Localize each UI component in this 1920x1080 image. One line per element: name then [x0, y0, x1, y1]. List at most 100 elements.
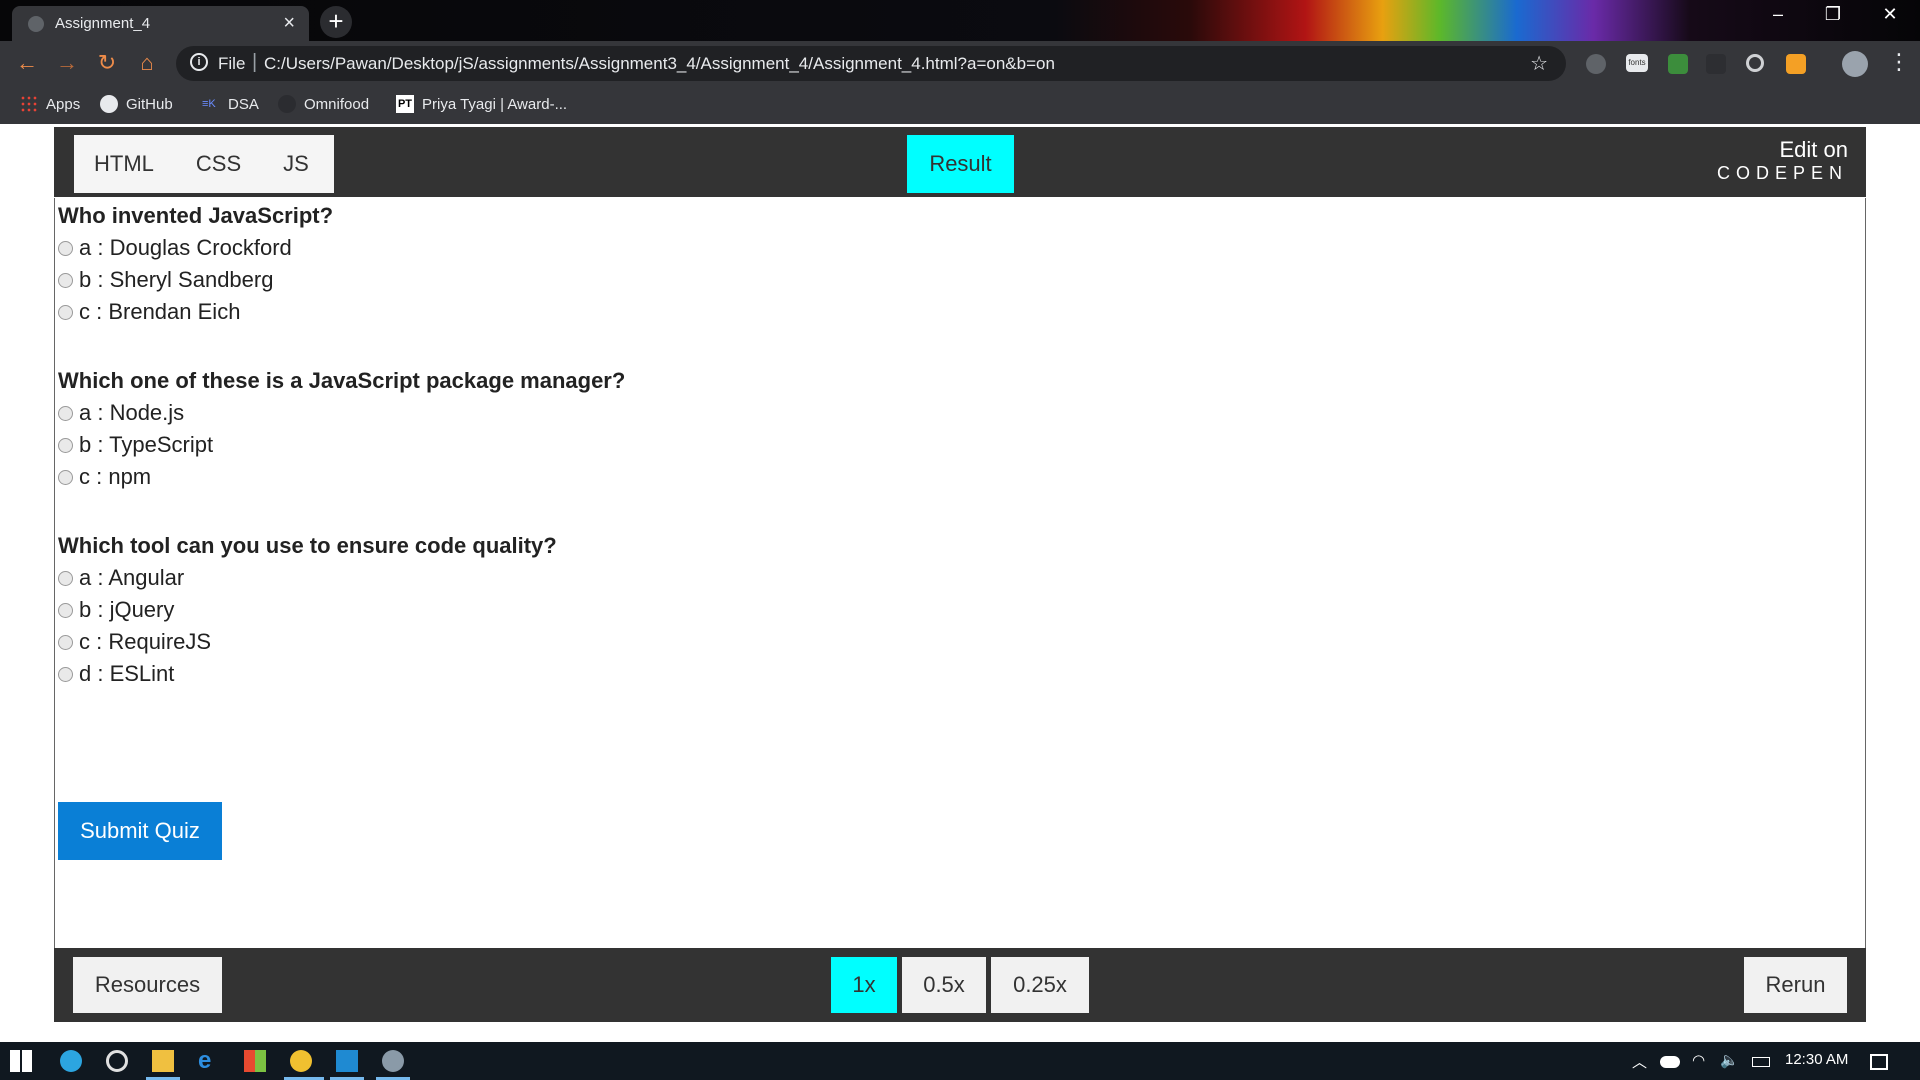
submit-quiz-button[interactable]: Submit Quiz — [58, 802, 222, 860]
option-row[interactable]: a : Angular — [58, 562, 625, 594]
tray-chevron-icon[interactable]: ︿ — [1632, 1051, 1647, 1072]
window-close-icon[interactable]: ✕ — [1870, 4, 1910, 25]
option-label[interactable]: a : Angular — [79, 562, 184, 594]
extension-fonts-icon[interactable]: fonts — [1626, 54, 1648, 72]
speed-1x-button[interactable]: 1x — [831, 957, 897, 1013]
back-arrow-icon[interactable]: ← — [12, 50, 42, 76]
option-label[interactable]: b : TypeScript — [79, 429, 213, 461]
bookmarks-bar: Apps GitHub ≡K DSA Omnifood PT Priya Tya… — [0, 86, 1920, 124]
option-row[interactable]: c : RequireJS — [58, 626, 625, 658]
extension-blank-icon[interactable] — [1706, 54, 1726, 74]
extension-sync-icon[interactable] — [1746, 54, 1764, 72]
new-tab-button[interactable]: + — [320, 6, 352, 38]
tab-close-icon[interactable]: × — [283, 12, 295, 35]
option-row[interactable]: c : npm — [58, 461, 625, 493]
reload-icon[interactable]: ↻ — [92, 50, 122, 76]
forward-arrow-icon[interactable]: → — [52, 50, 82, 76]
speed-0-25x-button[interactable]: 0.25x — [991, 957, 1089, 1013]
chrome-icon[interactable] — [290, 1050, 312, 1072]
profile-avatar[interactable] — [1842, 51, 1868, 77]
clock[interactable]: 12:30 AM — [1785, 1051, 1848, 1068]
radio-button[interactable] — [58, 272, 73, 288]
question-title: Which tool can you use to ensure code qu… — [58, 533, 557, 558]
onedrive-icon[interactable] — [1660, 1056, 1680, 1068]
question-title: Who invented JavaScript? — [58, 203, 334, 228]
windows-start-icon[interactable] — [10, 1050, 32, 1072]
file-scheme-label: File — [218, 54, 246, 73]
bookmark-priya-tyagi[interactable]: PT Priya Tyagi | Award-... — [396, 95, 567, 113]
radio-button[interactable] — [58, 469, 73, 485]
bookmark-apps[interactable]: Apps — [20, 95, 80, 113]
radio-button[interactable] — [58, 570, 73, 586]
battery-icon[interactable] — [1752, 1057, 1770, 1067]
codepen-header: HTML CSS JS Result Edit on CODEPEN — [54, 127, 1866, 197]
option-label[interactable]: d : ESLint — [79, 658, 174, 690]
windows-taskbar: e ︿ ◠ 🔈 12:30 AM — [0, 1042, 1920, 1080]
option-row[interactable]: b : Sheryl Sandberg — [58, 264, 625, 296]
tab-html[interactable]: HTML — [94, 151, 154, 177]
wifi-icon[interactable]: ◠ — [1692, 1051, 1705, 1069]
bookmark-star-icon[interactable]: ☆ — [1530, 51, 1548, 76]
bookmark-label: GitHub — [126, 95, 173, 113]
tab-result[interactable]: Result — [907, 135, 1014, 193]
option-label[interactable]: c : npm — [79, 461, 151, 493]
site-info-icon[interactable]: i — [190, 53, 208, 71]
extension-orange-icon[interactable] — [1786, 54, 1806, 74]
dsa-icon: ≡K — [202, 98, 216, 110]
tab-title: Assignment_4 — [55, 15, 151, 32]
radio-button[interactable] — [58, 304, 73, 320]
radio-button[interactable] — [58, 405, 73, 421]
option-row[interactable]: a : Douglas Crockford — [58, 232, 625, 264]
extension-translate-icon[interactable] — [1668, 54, 1688, 74]
notifications-icon[interactable] — [1870, 1054, 1888, 1070]
option-row[interactable]: b : jQuery — [58, 594, 625, 626]
option-label[interactable]: a : Douglas Crockford — [79, 232, 292, 264]
option-row[interactable]: a : Node.js — [58, 397, 625, 429]
app-icon[interactable] — [382, 1050, 404, 1072]
question-3: Which tool can you use to ensure code qu… — [58, 530, 625, 690]
bookmark-label: Omnifood — [304, 95, 370, 113]
codepen-footer: Resources 1x 0.5x 0.25x Rerun — [54, 948, 1866, 1022]
address-bar[interactable]: i File | C:/Users/Pawan/Desktop/jS/assig… — [176, 46, 1566, 81]
radio-button[interactable] — [58, 437, 73, 453]
browser-menu-icon[interactable]: ⋮ — [1888, 49, 1910, 75]
radio-button[interactable] — [58, 240, 73, 256]
option-label[interactable]: b : jQuery — [79, 594, 174, 626]
store-icon[interactable] — [244, 1050, 266, 1072]
edit-on-codepen-link[interactable]: Edit on CODEPEN — [1717, 137, 1848, 184]
option-label[interactable]: c : RequireJS — [79, 626, 211, 658]
tab-js[interactable]: JS — [283, 151, 309, 177]
file-explorer-icon[interactable] — [152, 1050, 174, 1072]
resources-button[interactable]: Resources — [73, 957, 222, 1013]
page-favicon-icon — [28, 16, 44, 32]
option-row[interactable]: c : Brendan Eich — [58, 296, 625, 328]
edge-icon[interactable]: e — [198, 1049, 220, 1073]
question-2: Which one of these is a JavaScript packa… — [58, 365, 625, 493]
bookmark-omnifood[interactable]: Omnifood — [278, 95, 369, 113]
question-title: Which one of these is a JavaScript packa… — [58, 368, 626, 393]
media-player-icon[interactable] — [106, 1050, 128, 1072]
url-text[interactable]: C:/Users/Pawan/Desktop/jS/assignments/As… — [264, 54, 1055, 74]
vscode-icon[interactable] — [336, 1050, 358, 1072]
radio-button[interactable] — [58, 634, 73, 650]
option-label[interactable]: a : Node.js — [79, 397, 184, 429]
telegram-icon[interactable] — [60, 1050, 82, 1072]
minimize-icon[interactable]: – — [1758, 4, 1798, 25]
option-row[interactable]: d : ESLint — [58, 658, 625, 690]
option-label[interactable]: c : Brendan Eich — [79, 296, 240, 328]
home-icon[interactable]: ⌂ — [132, 50, 162, 76]
rerun-button[interactable]: Rerun — [1744, 957, 1847, 1013]
extension-location-icon[interactable] — [1586, 54, 1606, 74]
option-row[interactable]: b : TypeScript — [58, 429, 625, 461]
restore-icon[interactable]: ❐ — [1813, 4, 1853, 25]
bookmark-github[interactable]: GitHub — [100, 95, 173, 113]
codepen-logo: CODEPEN — [1716, 163, 1848, 183]
radio-button[interactable] — [58, 666, 73, 682]
radio-button[interactable] — [58, 602, 73, 618]
browser-tab[interactable]: Assignment_4 × — [12, 6, 309, 41]
tab-css[interactable]: CSS — [196, 151, 241, 177]
speed-0-5x-button[interactable]: 0.5x — [902, 957, 986, 1013]
option-label[interactable]: b : Sheryl Sandberg — [79, 264, 273, 296]
volume-icon[interactable]: 🔈 — [1720, 1051, 1739, 1069]
bookmark-dsa[interactable]: ≡K DSA — [202, 95, 259, 113]
